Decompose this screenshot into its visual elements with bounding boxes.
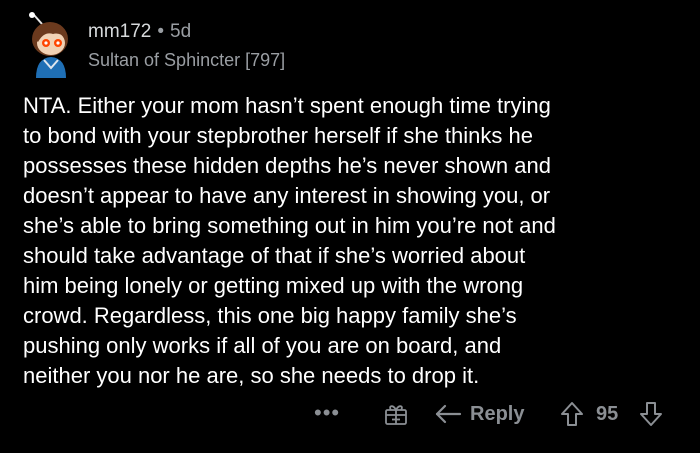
user-flair: Sultan of Sphincter [797]	[88, 50, 286, 70]
vote-score: 95	[596, 403, 619, 425]
downvote-arrow-icon[interactable]	[639, 401, 663, 427]
meta-separator: •	[157, 21, 165, 42]
avatar-icon[interactable]	[20, 12, 78, 78]
upvote-arrow-icon[interactable]	[560, 401, 584, 427]
comment-actions-bar: ••• Reply 95	[0, 398, 700, 432]
reply-arrow-icon[interactable]	[434, 403, 462, 425]
comment-age: 5d	[170, 21, 192, 42]
more-options-icon[interactable]: •••	[314, 400, 340, 426]
comment-body: NTA. Either your mom hasn’t spent enough…	[23, 93, 556, 388]
comment-card: mm172 • 5d Sultan of Sphincter [797] NTA. …	[0, 0, 700, 453]
comment-meta: mm172 • 5d	[88, 20, 191, 44]
username-link[interactable]: mm172	[88, 21, 151, 42]
award-gift-icon[interactable]	[384, 402, 408, 426]
reply-button[interactable]: Reply	[470, 401, 524, 427]
